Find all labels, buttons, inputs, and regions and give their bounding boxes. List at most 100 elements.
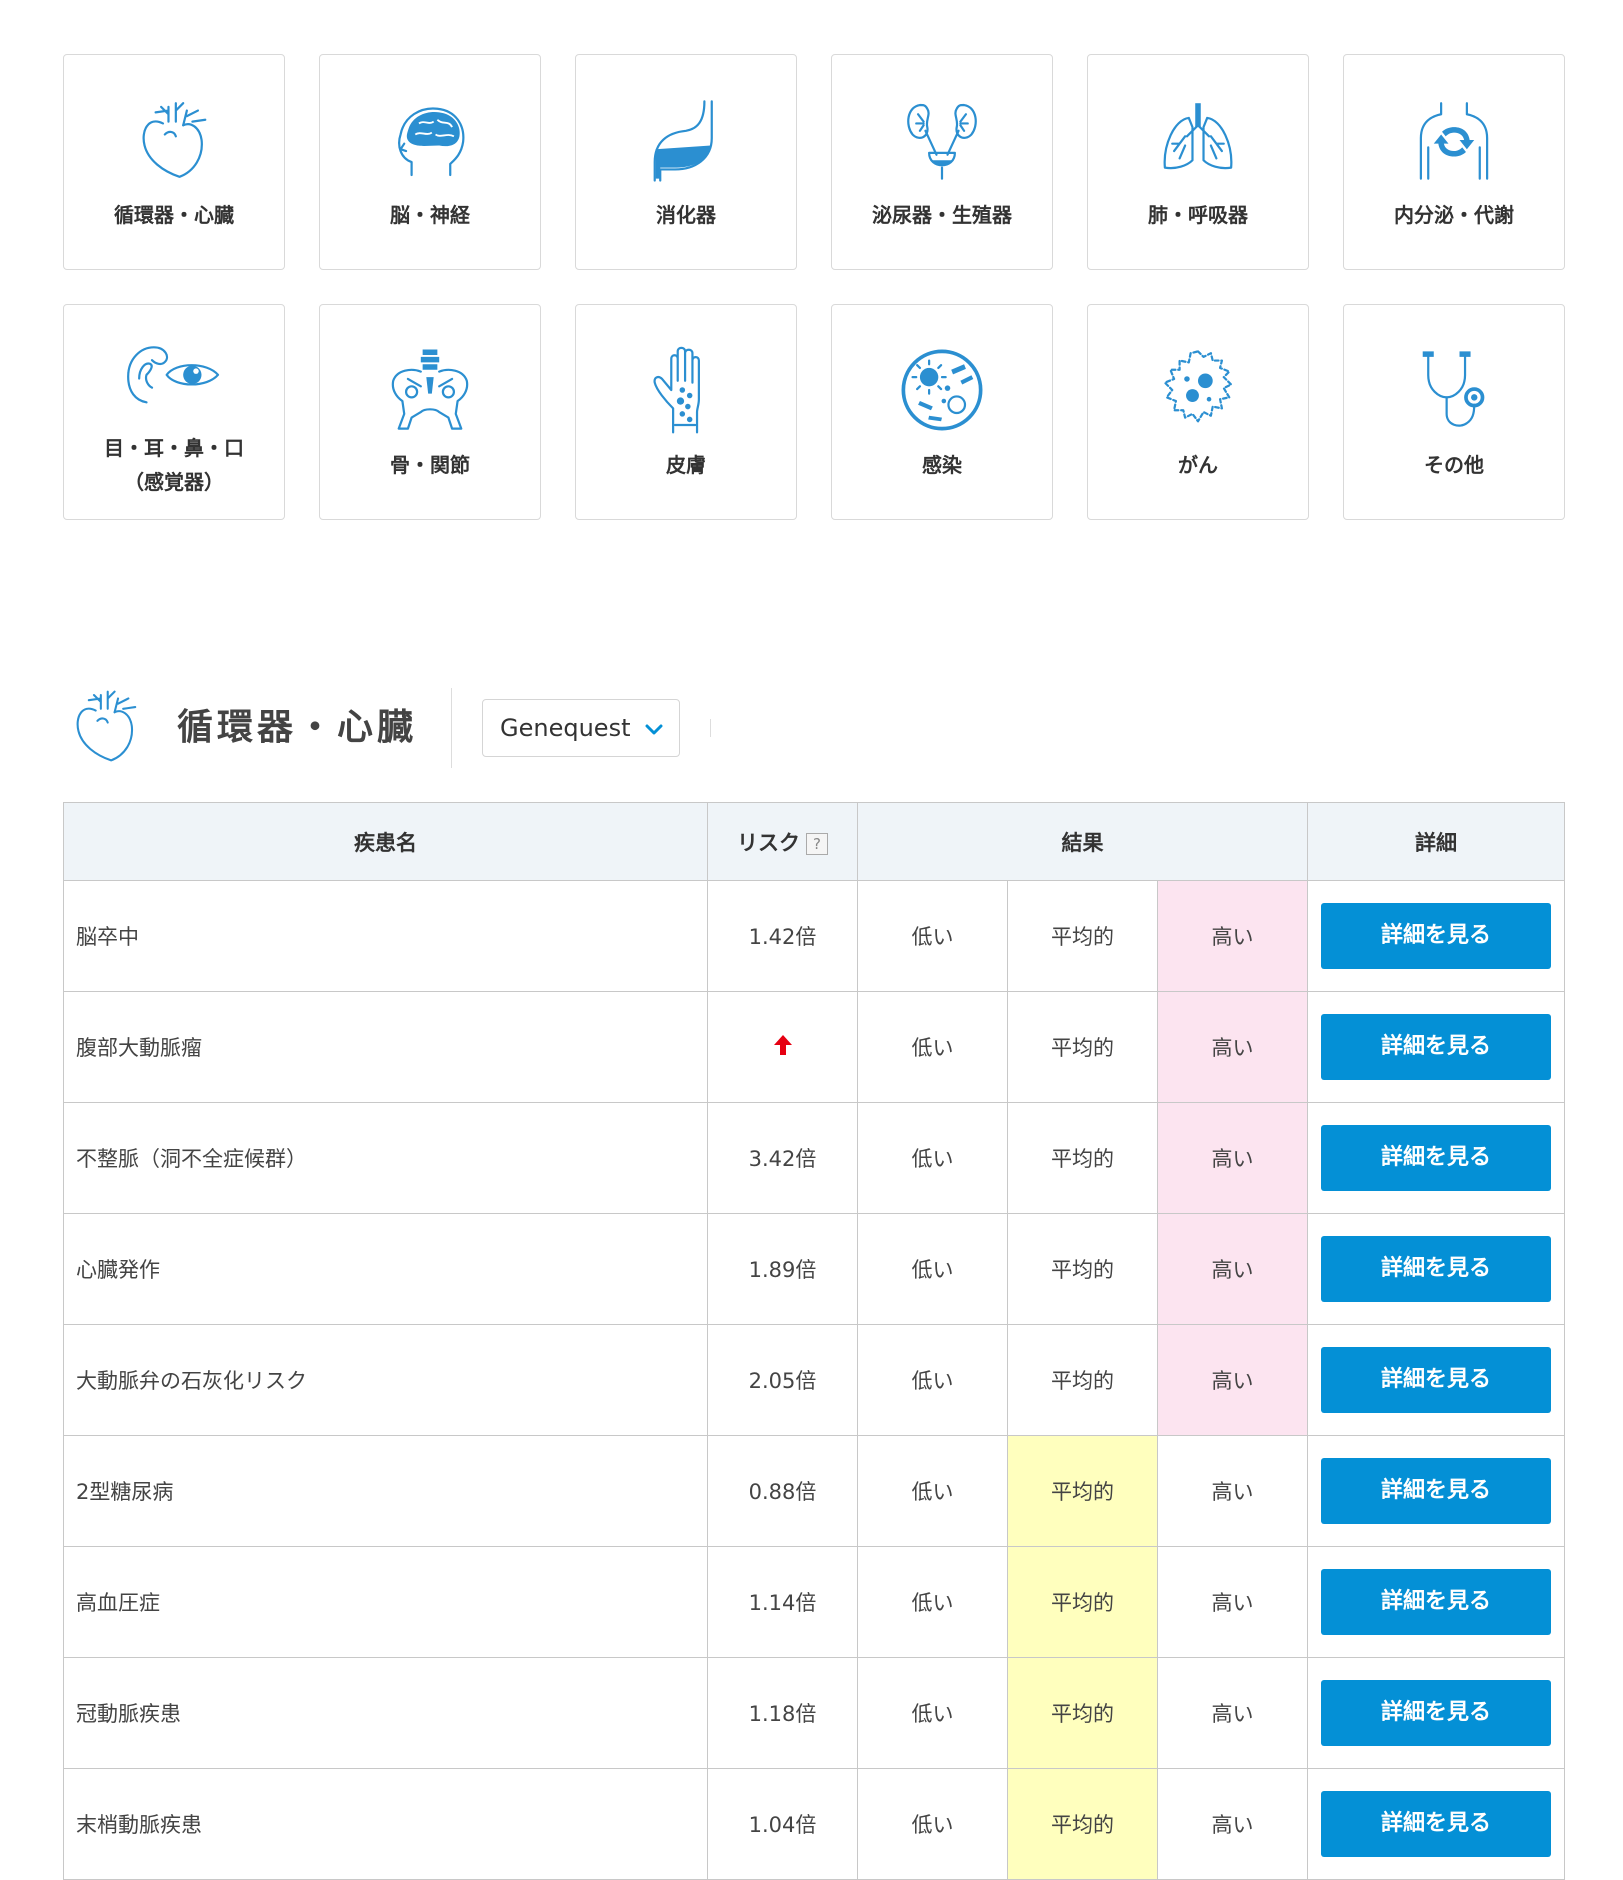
source-select[interactable]: Genequest: [482, 699, 681, 757]
category-card-respiratory[interactable]: 肺・呼吸器: [1087, 54, 1309, 270]
result-mid: 平均的: [1007, 1657, 1158, 1769]
result-low: 低い: [857, 991, 1008, 1103]
view-detail-button[interactable]: 詳細を見る: [1321, 1680, 1551, 1746]
table-row: 2型糖尿病 0.88倍 低い 平均的 高い 詳細を見る: [63, 1435, 1565, 1547]
header-risk-label: リスク: [737, 830, 800, 855]
skin-hand-icon: [638, 342, 734, 438]
table-row: 心臓発作 1.89倍 低い 平均的 高い 詳細を見る: [63, 1213, 1565, 1325]
table-header-row: 疾患名 リスク? 結果 詳細: [63, 802, 1565, 881]
disease-name: 冠動脈疾患: [63, 1657, 708, 1769]
risk-table-body: 脳卒中 1.42倍 低い 平均的 高い 詳細を見る 腹部大動脈瘤 低い 平均的 高い 詳細を見る 不整…: [63, 880, 1565, 1880]
help-icon[interactable]: ?: [806, 832, 828, 855]
detail-cell: 詳細を見る: [1307, 1768, 1565, 1880]
category-label: がん: [1178, 453, 1218, 477]
result-low: 低い: [857, 1546, 1008, 1658]
category-card-infection[interactable]: 感染: [831, 304, 1053, 520]
chevron-down-icon: [645, 714, 663, 742]
risk-table: 疾患名 リスク? 結果 詳細 脳卒中 1.42倍 低い 平均的 高い 詳細を見る 腹部大動脈…: [63, 802, 1565, 1880]
view-detail-button[interactable]: 詳細を見る: [1321, 1014, 1551, 1080]
disease-name: 脳卒中: [63, 880, 708, 992]
risk-value: 1.42倍: [707, 880, 858, 992]
result-low: 低い: [857, 1102, 1008, 1214]
category-label: 内分泌・代謝: [1394, 203, 1514, 227]
result-low: 低い: [857, 1768, 1008, 1880]
disease-name: 不整脈（洞不全症候群）: [63, 1102, 708, 1214]
category-label: その他: [1424, 453, 1484, 477]
result-mid: 平均的: [1007, 880, 1158, 992]
heart-icon: [126, 92, 222, 188]
category-label: 泌尿器・生殖器: [872, 203, 1012, 227]
cancer-cell-icon: [1150, 342, 1246, 438]
brain-icon: [382, 92, 478, 188]
result-mid: 平均的: [1007, 991, 1158, 1103]
eye-ear-icon: [119, 325, 229, 421]
result-mid: 平均的: [1007, 1102, 1158, 1214]
header-risk: リスク?: [707, 802, 858, 881]
header-result: 結果: [857, 802, 1308, 881]
category-card-other[interactable]: その他: [1343, 304, 1565, 520]
table-row: 大動脈弁の石灰化リスク 2.05倍 低い 平均的 高い 詳細を見る: [63, 1324, 1565, 1436]
result-high: 高い: [1157, 1324, 1308, 1436]
bacteria-icon: [894, 342, 990, 438]
view-detail-button[interactable]: 詳細を見る: [1321, 1125, 1551, 1191]
disease-name: 心臓発作: [63, 1213, 708, 1325]
lungs-icon: [1150, 92, 1246, 188]
view-detail-button[interactable]: 詳細を見る: [1321, 1569, 1551, 1635]
table-row: 腹部大動脈瘤 低い 平均的 高い 詳細を見る: [63, 991, 1565, 1103]
category-card-skin[interactable]: 皮膚: [575, 304, 797, 520]
result-low: 低い: [857, 1324, 1008, 1436]
section-title: 循環器・心臓: [177, 688, 453, 768]
detail-cell: 詳細を見る: [1307, 1213, 1565, 1325]
header-detail: 詳細: [1307, 802, 1565, 881]
risk-value: 1.04倍: [707, 1768, 858, 1880]
category-card-urinary[interactable]: 泌尿器・生殖器: [831, 54, 1053, 270]
detail-cell: 詳細を見る: [1307, 1657, 1565, 1769]
view-detail-button[interactable]: 詳細を見る: [1321, 1458, 1551, 1524]
view-detail-button[interactable]: 詳細を見る: [1321, 1791, 1551, 1857]
risk-value: 3.42倍: [707, 1102, 858, 1214]
category-card-brain[interactable]: 脳・神経: [319, 54, 541, 270]
kidney-icon: [894, 92, 990, 188]
risk-value: 2.05倍: [707, 1324, 858, 1436]
detail-cell: 詳細を見る: [1307, 880, 1565, 992]
detail-cell: 詳細を見る: [1307, 1546, 1565, 1658]
result-high: 高い: [1157, 1546, 1308, 1658]
result-mid: 平均的: [1007, 1435, 1158, 1547]
result-low: 低い: [857, 1213, 1008, 1325]
detail-cell: 詳細を見る: [1307, 991, 1565, 1103]
result-high: 高い: [1157, 1657, 1308, 1769]
category-card-endocrine[interactable]: 内分泌・代謝: [1343, 54, 1565, 270]
up-arrow-icon: [772, 1034, 794, 1062]
category-label: 目・耳・鼻・口 （感覚器）: [104, 436, 244, 494]
header-disease-name: 疾患名: [63, 802, 708, 881]
category-card-sensory[interactable]: 目・耳・鼻・口 （感覚器）: [63, 304, 285, 520]
result-high: 高い: [1157, 880, 1308, 992]
category-label: 皮膚: [666, 453, 706, 477]
heart-icon: [63, 683, 149, 773]
result-mid: 平均的: [1007, 1768, 1158, 1880]
category-card-bone[interactable]: 骨・関節: [319, 304, 541, 520]
risk-value: 0.88倍: [707, 1435, 858, 1547]
result-high: 高い: [1157, 1435, 1308, 1547]
category-card-digestive[interactable]: 消化器: [575, 54, 797, 270]
stomach-icon: [638, 92, 734, 188]
category-label: 脳・神経: [390, 203, 470, 227]
category-card-cancer[interactable]: がん: [1087, 304, 1309, 520]
view-detail-button[interactable]: 詳細を見る: [1321, 1236, 1551, 1302]
disease-name: 大動脈弁の石灰化リスク: [63, 1324, 708, 1436]
category-label: 消化器: [656, 203, 716, 227]
result-high: 高い: [1157, 1102, 1308, 1214]
category-card-cardiovascular[interactable]: 循環器・心臓: [63, 54, 285, 270]
view-detail-button[interactable]: 詳細を見る: [1321, 903, 1551, 969]
disease-name: 腹部大動脈瘤: [63, 991, 708, 1103]
risk-value: [707, 991, 858, 1103]
result-mid: 平均的: [1007, 1213, 1158, 1325]
result-high: 高い: [1157, 1213, 1308, 1325]
category-label: 感染: [922, 453, 962, 477]
table-row: 脳卒中 1.42倍 低い 平均的 高い 詳細を見る: [63, 880, 1565, 992]
category-label: 肺・呼吸器: [1148, 203, 1248, 227]
table-row: 末梢動脈疾患 1.04倍 低い 平均的 高い 詳細を見る: [63, 1768, 1565, 1880]
pelvis-icon: [382, 342, 478, 438]
view-detail-button[interactable]: 詳細を見る: [1321, 1347, 1551, 1413]
detail-cell: 詳細を見る: [1307, 1102, 1565, 1214]
